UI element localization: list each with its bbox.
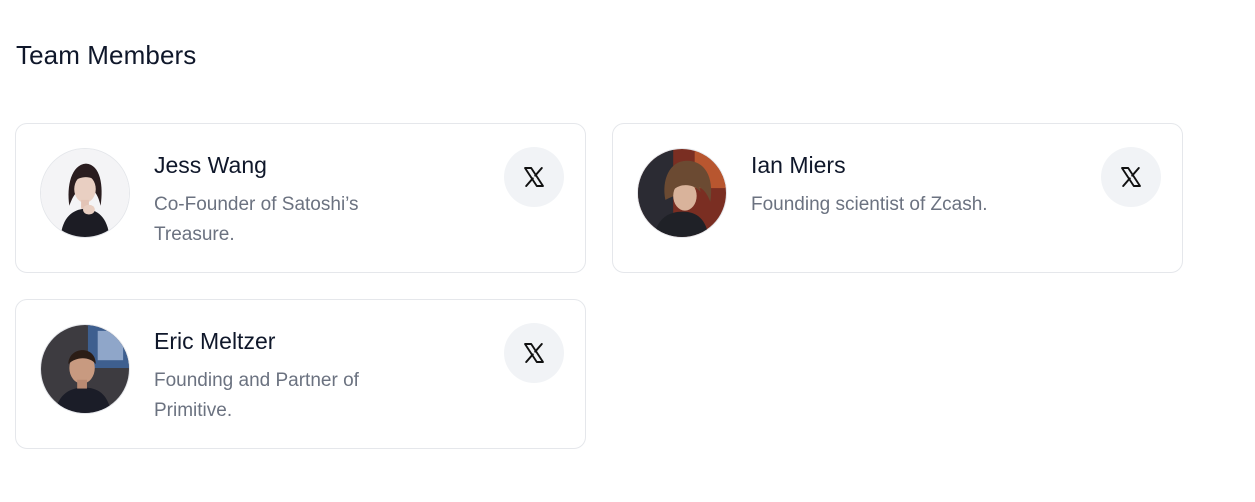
x-logo-icon <box>1121 167 1141 187</box>
team-member-card: Ian Miers Founding scientist of Zcash. <box>612 123 1183 273</box>
member-name: Jess Wang <box>154 152 267 178</box>
member-bio: Founding and Partner of Primitive. <box>154 370 359 421</box>
team-member-card: Eric Meltzer Founding and Partner of Pri… <box>15 299 586 449</box>
x-profile-button[interactable] <box>504 323 564 383</box>
team-member-card: Jess Wang Co-Founder of Satoshi’s Treasu… <box>15 123 586 273</box>
member-name: Eric Meltzer <box>154 328 276 354</box>
x-logo-icon <box>524 167 544 187</box>
section-title: Team Members <box>16 40 197 70</box>
x-profile-button[interactable] <box>504 147 564 207</box>
member-bio: Co-Founder of Satoshi’s Treasure. <box>154 194 359 245</box>
member-name: Ian Miers <box>751 152 846 178</box>
x-logo-icon <box>524 343 544 363</box>
avatar <box>637 148 727 238</box>
member-bio: Founding scientist of Zcash. <box>751 194 988 215</box>
x-profile-button[interactable] <box>1101 147 1161 207</box>
avatar <box>40 324 130 414</box>
avatar <box>40 148 130 238</box>
